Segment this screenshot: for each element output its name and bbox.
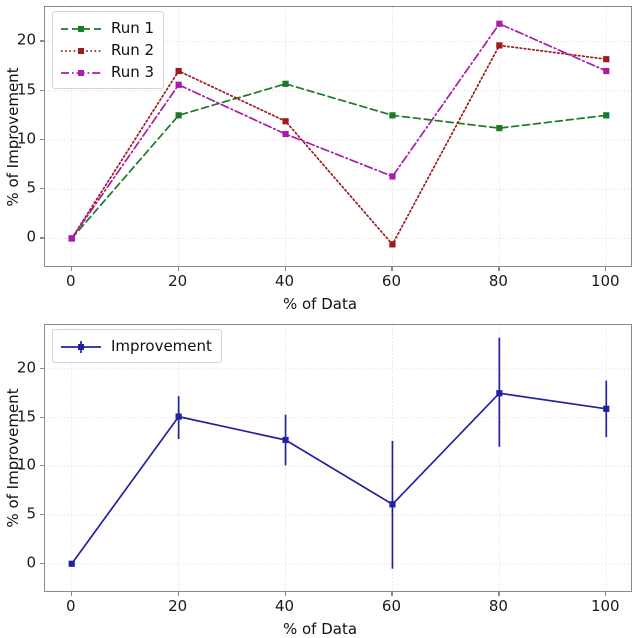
series-layer-bottom	[45, 325, 631, 591]
y-tick-mark	[40, 416, 44, 418]
legend-item-3[interactable]: Run 3	[60, 61, 154, 83]
y-tick-label: 0	[26, 553, 36, 572]
legend-swatch-icon	[60, 65, 102, 79]
x-tick-label: 20	[168, 597, 188, 615]
series-1	[68, 337, 610, 569]
y-tick-label: 0	[26, 227, 36, 246]
x-tick-mark	[498, 592, 500, 596]
chart-panel-top: 0 5 10 15 20 0 20 40 60 80 100 % of Improvement % …	[0, 0, 640, 320]
y-axis-label-bottom: % of Improvement	[4, 388, 22, 528]
plot-area-bottom	[44, 324, 632, 592]
x-tick-label: 20	[168, 272, 188, 290]
x-tick-mark	[391, 267, 393, 271]
legend-item-1[interactable]: Improvement	[60, 335, 212, 357]
y-tick-mark	[40, 514, 44, 516]
y-tick-label: 20	[16, 358, 36, 377]
x-tick-label: 60	[381, 272, 401, 290]
x-tick-label: 100	[590, 272, 620, 290]
x-tick-mark	[284, 267, 286, 271]
y-tick-mark	[40, 188, 44, 190]
x-tick-mark	[70, 592, 72, 596]
x-axis-label-bottom: % of Data	[282, 620, 358, 638]
y-tick-mark	[40, 237, 44, 239]
x-tick-label: 80	[488, 272, 508, 290]
legend-bottom[interactable]: Improvement	[52, 329, 222, 363]
y-tick-mark	[40, 89, 44, 91]
x-tick-label: 80	[488, 597, 508, 615]
x-tick-mark	[391, 592, 393, 596]
legend-item-1[interactable]: Run 1	[60, 17, 154, 39]
x-tick-label: 40	[274, 272, 295, 290]
y-tick-mark	[40, 138, 44, 141]
x-tick-label: 0	[65, 272, 76, 290]
x-tick-mark	[605, 592, 607, 596]
x-tick-mark	[177, 592, 179, 596]
y-tick-mark	[40, 367, 44, 370]
legend-swatch-icon	[60, 339, 102, 353]
x-tick-mark	[605, 267, 607, 271]
x-tick-mark	[177, 267, 179, 271]
x-tick-label: 40	[274, 597, 295, 615]
legend-item-2[interactable]: Run 2	[60, 39, 154, 61]
x-tick-mark	[284, 592, 286, 596]
legend-top[interactable]: Run 1 Run 2 Run 3	[52, 11, 165, 89]
x-tick-mark	[498, 267, 500, 271]
x-tick-label: 60	[381, 597, 401, 615]
legend-item-label: Run 1	[111, 18, 155, 37]
y-axis-label-top: % of Improvement	[4, 66, 22, 207]
legend-item-label: Run 2	[111, 40, 155, 59]
legend-swatch-icon	[60, 43, 102, 57]
y-tick-label: 20	[16, 30, 36, 49]
x-tick-mark	[70, 267, 72, 271]
legend-item-label: Run 3	[111, 62, 155, 81]
legend-swatch-icon	[60, 21, 102, 35]
x-axis-label-top: % of Data	[282, 295, 358, 313]
legend-item-label: Improvement	[111, 336, 212, 355]
chart-panel-bottom: 0 5 10 15 20 0 20 40 60 80 100 % of Improvement % …	[0, 320, 640, 638]
y-tick-mark	[40, 465, 44, 467]
y-tick-mark	[40, 562, 44, 564]
x-tick-label: 0	[65, 597, 76, 615]
y-tick-mark	[40, 40, 44, 42]
x-tick-label: 100	[590, 597, 620, 615]
figure-canvas: 0 5 10 15 20 0 20 40 60 80 100 % of Improvement % …	[0, 0, 640, 638]
series-1	[68, 80, 610, 242]
